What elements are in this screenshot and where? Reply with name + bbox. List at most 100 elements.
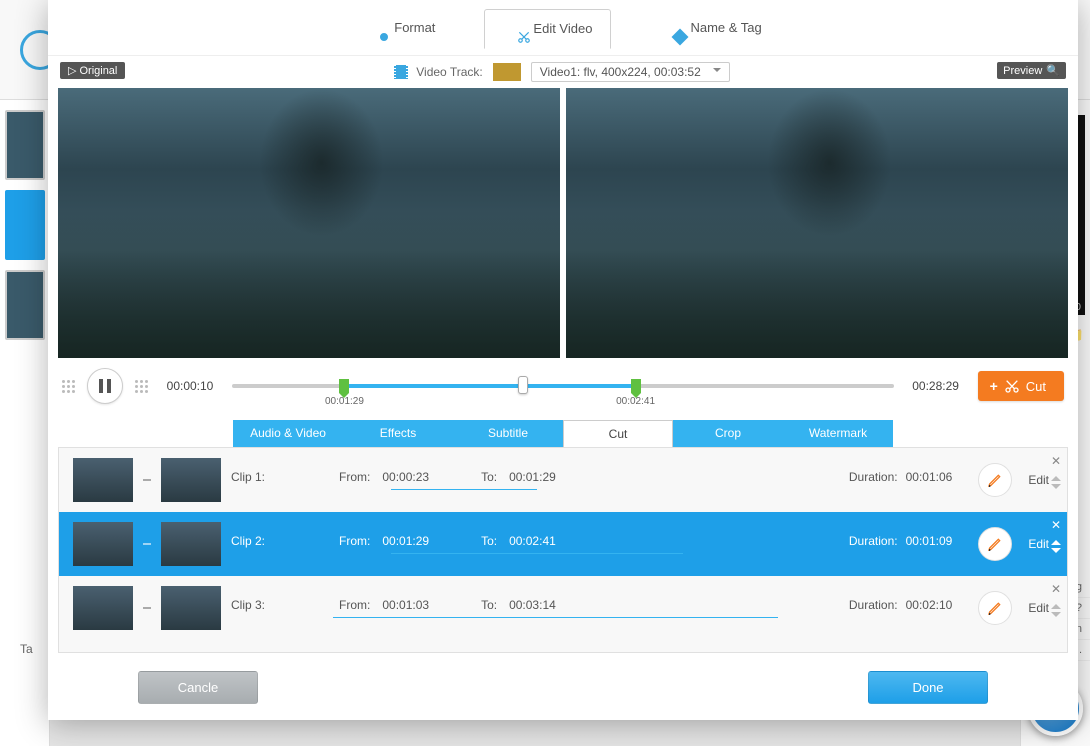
edit-video-modal: Format Edit Video Name & Tag ▷ Original … — [48, 0, 1078, 720]
tab-edit-video-label: Edit Video — [533, 21, 592, 36]
edit-video-icon — [503, 18, 525, 40]
video-track-row: ▷ Original Video Track: Video1: flv, 400… — [48, 56, 1078, 88]
film-icon — [396, 65, 406, 79]
clip-sep-icon — [143, 543, 151, 545]
play-icon: ▷ — [68, 64, 76, 77]
pencil-icon — [987, 472, 1003, 488]
clip-remove-button[interactable]: ✕ — [1051, 454, 1061, 468]
clip-name: Clip 1: — [231, 470, 287, 484]
clip-from-label: From: — [339, 598, 370, 612]
original-label: Original — [79, 65, 117, 77]
clip-thumb-end — [161, 522, 221, 566]
clip-edit-label: Edit — [1028, 601, 1049, 615]
etab-subtitle[interactable]: Subtitle — [453, 420, 563, 447]
clip-row[interactable]: Clip 2: From: 00:01:29 To: 00:02:41 Dura… — [59, 512, 1067, 576]
video-track-selected: Video1: flv, 400x224, 00:03:52 — [540, 65, 701, 79]
clip-remove-button[interactable]: ✕ — [1051, 518, 1061, 532]
etab-audio-video[interactable]: Audio & Video — [233, 420, 343, 447]
clip-duration-label: Duration: — [849, 534, 898, 548]
modal-footer: Cancle Done — [48, 661, 1078, 720]
clip-to-value: 00:01:29 — [509, 470, 556, 484]
clip-move-up[interactable] — [1051, 535, 1061, 545]
clip-side-controls: ✕ — [1051, 582, 1061, 622]
clip-row[interactable]: Clip 3: From: 00:01:03 To: 00:03:14 Dura… — [59, 576, 1067, 640]
clip-move-down[interactable] — [1051, 612, 1061, 622]
clip-move-down[interactable] — [1051, 484, 1061, 494]
preview-label: Preview — [1003, 65, 1042, 77]
tab-name-tag-label: Name & Tag — [690, 20, 761, 35]
preview-pane — [566, 88, 1068, 358]
bg-thumb[interactable] — [5, 190, 45, 260]
pause-icon — [99, 379, 111, 393]
clip-move-up[interactable] — [1051, 471, 1061, 481]
clip-name: Clip 3: — [231, 598, 287, 612]
clip-sep-icon — [143, 607, 151, 609]
clip-row[interactable]: Clip 1: From: 00:00:23 To: 00:01:29 Dura… — [59, 448, 1067, 512]
etab-crop[interactable]: Crop — [673, 420, 783, 447]
clip-range-underline — [391, 553, 683, 554]
timeline-row: 00:00:10 00:01:29 00:02:41 00:28:29 + Cu… — [48, 358, 1078, 408]
clip-edit-button[interactable] — [978, 591, 1012, 625]
clip-name: Clip 2: — [231, 534, 287, 548]
clip-from-value: 00:01:29 — [382, 534, 429, 548]
clip-from-label: From: — [339, 470, 370, 484]
timeline-marker-end-label: 00:02:41 — [616, 396, 655, 407]
timeline-playhead[interactable] — [518, 376, 528, 394]
clip-side-controls: ✕ — [1051, 518, 1061, 558]
done-button[interactable]: Done — [868, 671, 988, 704]
timeline-marker-start-label: 00:01:29 — [325, 396, 364, 407]
etab-cut[interactable]: Cut — [563, 420, 673, 447]
clip-info: Clip 1: From: 00:00:23 To: 00:01:29 Dura… — [231, 470, 960, 490]
timeline-track[interactable]: 00:01:29 00:02:41 — [232, 374, 894, 398]
bg-thumb[interactable] — [5, 110, 45, 180]
clip-duration-value: 00:01:06 — [906, 470, 953, 484]
clip-remove-button[interactable]: ✕ — [1051, 582, 1061, 596]
clip-to-label: To: — [481, 470, 497, 484]
name-tag-icon — [660, 17, 682, 39]
timeline-marker-start[interactable] — [339, 379, 349, 393]
tab-format[interactable]: Format — [345, 8, 454, 48]
timeline-selected-range — [344, 384, 635, 388]
clip-sep-icon — [143, 479, 151, 481]
clip-to-value: 00:02:41 — [509, 534, 556, 548]
format-icon — [364, 17, 386, 39]
clip-from-value: 00:01:03 — [382, 598, 429, 612]
clip-to-label: To: — [481, 534, 497, 548]
pencil-icon — [987, 600, 1003, 616]
grip-icon[interactable] — [135, 380, 148, 393]
clip-duration-value: 00:01:09 — [906, 534, 953, 548]
clip-range-underline — [391, 489, 537, 490]
timeline-current-time: 00:00:10 — [160, 379, 220, 393]
cancel-button[interactable]: Cancle — [138, 671, 258, 704]
etab-watermark[interactable]: Watermark — [783, 420, 893, 447]
tab-edit-video[interactable]: Edit Video — [484, 9, 611, 49]
original-pane — [58, 88, 560, 358]
preview-panes — [48, 88, 1078, 358]
search-icon: 🔍 — [1046, 64, 1060, 77]
clip-side-controls: ✕ — [1051, 454, 1061, 494]
video-track-select[interactable]: Video1: flv, 400x224, 00:03:52 — [531, 62, 730, 82]
bg-thumb[interactable] — [5, 270, 45, 340]
edit-tabs: Audio & Video Effects Subtitle Cut Crop … — [48, 408, 1078, 447]
clip-thumb-start — [73, 458, 133, 502]
clip-to-value: 00:03:14 — [509, 598, 556, 612]
pause-button[interactable] — [87, 368, 123, 404]
tab-name-tag[interactable]: Name & Tag — [641, 8, 780, 48]
clip-edit-button[interactable] — [978, 463, 1012, 497]
timeline-marker-end[interactable] — [631, 379, 641, 393]
grip-icon[interactable] — [62, 380, 75, 393]
cut-button-label: Cut — [1026, 379, 1046, 394]
preview-badge[interactable]: Preview 🔍 — [997, 62, 1066, 79]
video-track-label: Video Track: — [416, 65, 482, 79]
scissors-icon — [517, 30, 531, 44]
video-track-thumb — [493, 63, 521, 81]
clip-thumb-start — [73, 586, 133, 630]
plus-icon: + — [990, 378, 998, 394]
etab-effects[interactable]: Effects — [343, 420, 453, 447]
clip-move-up[interactable] — [1051, 599, 1061, 609]
cut-button[interactable]: + Cut — [978, 371, 1064, 401]
clip-edit-button[interactable] — [978, 527, 1012, 561]
clip-info: Clip 3: From: 00:01:03 To: 00:03:14 Dura… — [231, 598, 960, 618]
clip-duration-value: 00:02:10 — [906, 598, 953, 612]
clip-move-down[interactable] — [1051, 548, 1061, 558]
